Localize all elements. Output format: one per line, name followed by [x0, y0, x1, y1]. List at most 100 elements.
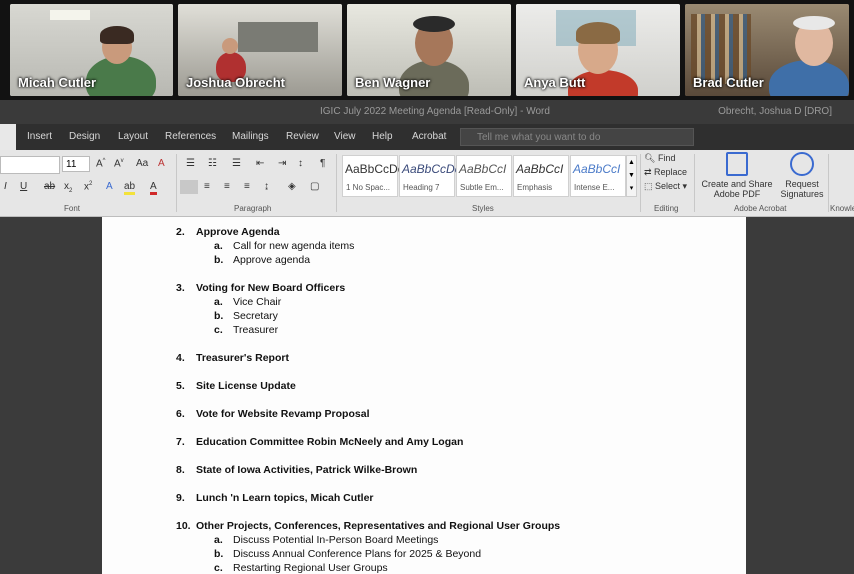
- style-intense-emphasis[interactable]: AaBbCcI Intense E...: [570, 155, 626, 197]
- divider: [640, 154, 641, 212]
- tab-acrobat[interactable]: Acrobat: [412, 131, 446, 142]
- align-left-icon[interactable]: [180, 180, 198, 194]
- group-label-knowledge: Knowle: [830, 204, 854, 213]
- agenda-item-number: 4.: [176, 352, 185, 364]
- highlight-icon[interactable]: ab: [124, 181, 136, 195]
- sub-item-text: Vice Chair: [233, 296, 282, 308]
- pdf-icon: [726, 152, 748, 176]
- sub-item-letter: a.: [214, 296, 223, 308]
- superscript-icon[interactable]: x2: [84, 181, 92, 192]
- agenda-item-title: Vote for Website Revamp Proposal: [196, 408, 370, 420]
- shrink-font-icon[interactable]: Av: [114, 158, 124, 169]
- agenda-item-number: 9.: [176, 492, 185, 504]
- font-size-box[interactable]: 11: [62, 156, 90, 172]
- group-label-editing: Editing: [654, 204, 679, 213]
- subscript-icon[interactable]: x2: [64, 181, 72, 194]
- participant-name: Anya Butt: [524, 75, 586, 90]
- tab-help[interactable]: Help: [372, 131, 393, 142]
- multilevel-list-icon[interactable]: ☰: [232, 158, 241, 169]
- participant-name: Joshua Obrecht: [186, 75, 285, 90]
- line-spacing-icon[interactable]: ↨: [264, 181, 269, 192]
- style-sample: AaBbCcDc: [402, 162, 461, 176]
- sub-item-letter: c.: [214, 562, 223, 574]
- clear-format-icon[interactable]: A: [158, 158, 165, 169]
- create-share-pdf-button[interactable]: Create and Share Adobe PDF: [700, 152, 774, 202]
- word-title-bar: IGIC July 2022 Meeting Agenda [Read-Only…: [0, 100, 854, 124]
- sub-item-letter: a.: [214, 534, 223, 546]
- align-right-icon[interactable]: ≡: [224, 181, 230, 192]
- sub-item-letter: c.: [214, 324, 223, 336]
- style-heading-7[interactable]: AaBbCcDc Heading 7: [399, 155, 461, 197]
- sub-item-text: Restarting Regional User Groups: [233, 562, 388, 574]
- style-subtle-emphasis[interactable]: AaBbCcI Subtle Em...: [456, 155, 512, 197]
- show-marks-icon[interactable]: ¶: [320, 158, 325, 169]
- tab-view[interactable]: View: [334, 131, 356, 142]
- user-name[interactable]: Obrecht, Joshua D [DRO]: [718, 106, 832, 117]
- request-label-2: Signatures: [780, 189, 824, 199]
- decrease-indent-icon[interactable]: ⇤: [256, 158, 264, 169]
- sub-item-text: Discuss Potential In-Person Board Meetin…: [233, 534, 439, 546]
- request-signatures-button[interactable]: Request Signatures: [776, 152, 828, 202]
- sub-item-letter: b.: [214, 548, 224, 560]
- sort-icon[interactable]: ↕: [298, 158, 303, 169]
- increase-indent-icon[interactable]: ⇥: [278, 158, 286, 169]
- divider: [694, 154, 695, 212]
- agenda-item-number: 6.: [176, 408, 185, 420]
- style-no-spacing[interactable]: AaBbCcDc 1 No Spac...: [342, 155, 404, 197]
- select-label: Select: [655, 181, 681, 191]
- agenda-item-title: Approve Agenda: [196, 226, 280, 238]
- style-name: Intense E...: [574, 183, 615, 192]
- document-page[interactable]: 2. Approve Agenda a. Call for new agenda it…: [102, 217, 746, 574]
- tab-review[interactable]: Review: [286, 131, 319, 142]
- tab-layout[interactable]: Layout: [118, 131, 148, 142]
- grow-font-icon[interactable]: A^: [96, 158, 106, 169]
- borders-icon[interactable]: ▢: [310, 181, 319, 192]
- create-label: Create and Share: [701, 179, 773, 189]
- sub-item-text: Call for new agenda items: [233, 240, 355, 252]
- video-tile-micah-cutler[interactable]: Micah Cutler: [10, 4, 173, 96]
- video-tile-anya-butt[interactable]: Anya Butt: [516, 4, 680, 96]
- font-color-icon[interactable]: A: [150, 181, 157, 195]
- replace-label: Replace: [654, 167, 688, 177]
- style-emphasis[interactable]: AaBbCcI Emphasis: [513, 155, 569, 197]
- style-sample: AaBbCcI: [459, 162, 507, 176]
- font-name-box[interactable]: [0, 156, 60, 174]
- search-input[interactable]: Tell me what you want to do: [460, 128, 694, 146]
- agenda-item-number: 2.: [176, 226, 185, 238]
- video-tile-brad-cutler[interactable]: Brad Cutler: [685, 4, 849, 96]
- style-name: Heading 7: [403, 183, 440, 192]
- strikethrough-icon[interactable]: ab: [44, 181, 55, 192]
- find-button[interactable]: 🔍︎ Find: [644, 153, 675, 164]
- text-effects-icon[interactable]: A: [106, 181, 113, 192]
- style-sample: AaBbCcI: [573, 162, 621, 176]
- sub-item-text: Approve agenda: [233, 254, 311, 266]
- group-label-paragraph: Paragraph: [234, 204, 272, 213]
- style-sample: AaBbCcDc: [345, 162, 404, 176]
- agenda-item-number: 3.: [176, 282, 185, 294]
- change-case-icon[interactable]: Aa: [136, 158, 148, 169]
- tab-file[interactable]: [0, 124, 16, 150]
- video-tile-joshua-obrecht[interactable]: Joshua Obrecht: [178, 4, 342, 96]
- style-sample: AaBbCcI: [516, 162, 564, 176]
- tab-references[interactable]: References: [165, 131, 216, 142]
- numbering-icon[interactable]: ☷: [208, 158, 217, 169]
- group-label-adobe: Adobe Acrobat: [734, 204, 787, 213]
- styles-scroll[interactable]: ▲ ▼ ▾: [626, 155, 637, 197]
- bullets-icon[interactable]: ☰: [186, 158, 195, 169]
- tab-design[interactable]: Design: [69, 131, 100, 142]
- sub-item-letter: b.: [214, 254, 224, 266]
- tab-insert[interactable]: Insert: [27, 131, 52, 142]
- italic-icon[interactable]: I: [4, 181, 7, 192]
- tab-mailings[interactable]: Mailings: [232, 131, 269, 142]
- shading-icon[interactable]: ◈: [288, 181, 296, 192]
- justify-icon[interactable]: ≡: [244, 181, 250, 192]
- video-tile-ben-wagner[interactable]: Ben Wagner: [347, 4, 511, 96]
- replace-button[interactable]: ⇄ Replace: [644, 167, 687, 178]
- align-center-icon[interactable]: ≡: [204, 181, 210, 192]
- select-button[interactable]: ⬚ Select ▾: [644, 181, 687, 192]
- ribbon: 11 A^ Av Aa A I U ab x2 x2 A ab A Font ☰…: [0, 150, 854, 217]
- underline-icon[interactable]: U: [20, 181, 27, 192]
- agenda-item-number: 5.: [176, 380, 185, 392]
- sub-item-letter: b.: [214, 310, 224, 322]
- divider: [176, 154, 177, 212]
